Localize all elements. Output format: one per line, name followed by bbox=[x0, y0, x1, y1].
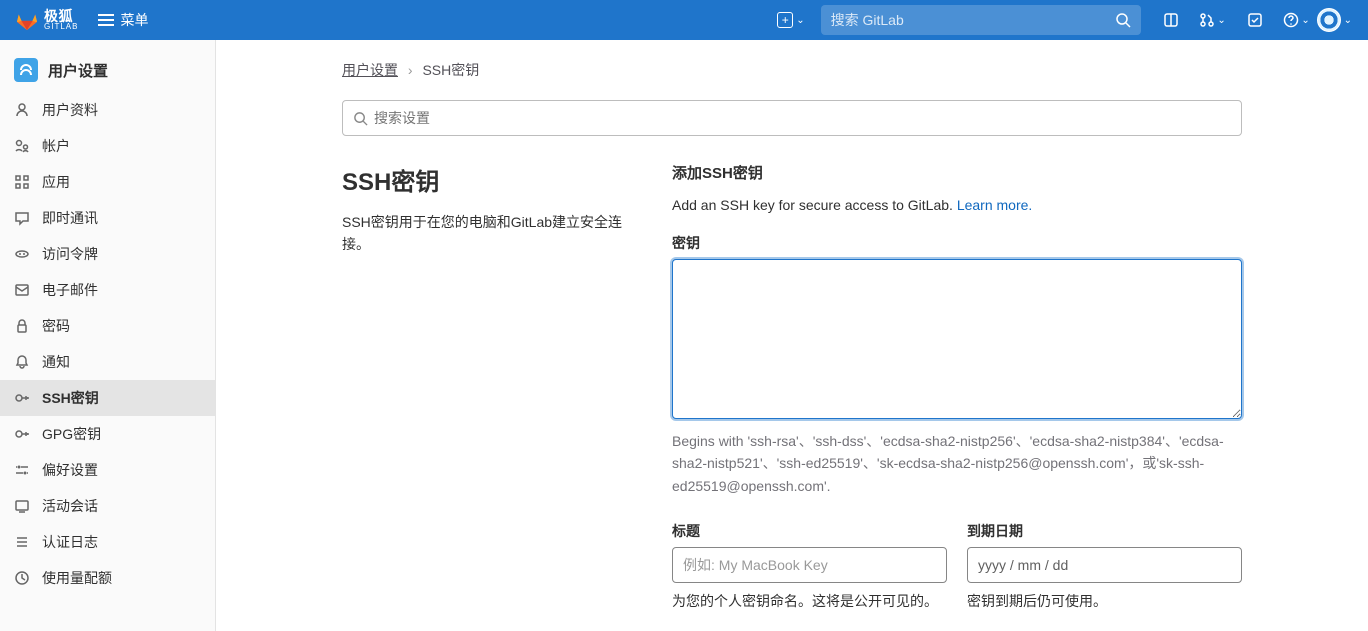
search-icon bbox=[1115, 12, 1131, 28]
plus-icon: + bbox=[777, 12, 793, 28]
sidebar-item-label: 认证日志 bbox=[42, 532, 98, 552]
sidebar-item-label: 密码 bbox=[42, 316, 70, 336]
chat-icon bbox=[14, 210, 30, 226]
bell-icon bbox=[14, 354, 30, 370]
expires-label: 到期日期 bbox=[967, 521, 1242, 541]
main-content: 用户设置 › SSH密钥 SSH密钥 SSH密钥用于在您的电脑和GitLab建立… bbox=[216, 40, 1368, 631]
hamburger-icon bbox=[98, 14, 114, 26]
chevron-down-icon: ⌄ bbox=[1301, 15, 1309, 26]
sidebar-item[interactable]: 活动会话 bbox=[0, 488, 215, 524]
user-icon bbox=[14, 102, 30, 118]
sidebar-item-label: 应用 bbox=[42, 172, 70, 192]
sidebar-item[interactable]: 认证日志 bbox=[0, 524, 215, 560]
chevron-down-icon: ⌄ bbox=[1217, 15, 1225, 26]
search-settings-input[interactable] bbox=[374, 110, 1231, 126]
ssh-key-form: 添加SSH密钥 Add an SSH key for secure access… bbox=[672, 162, 1242, 631]
sidebar-item[interactable]: 偏好设置 bbox=[0, 452, 215, 488]
breadcrumb: 用户设置 › SSH密钥 bbox=[342, 60, 1242, 80]
title-label: 标题 bbox=[672, 521, 947, 541]
sidebar-item-label: GPG密钥 bbox=[42, 424, 101, 444]
sidebar-item-label: 电子邮件 bbox=[42, 280, 98, 300]
chevron-down-icon: ⌄ bbox=[1344, 15, 1352, 26]
ssh-key-textarea[interactable] bbox=[672, 259, 1242, 419]
sidebar-item[interactable]: 用户资料 bbox=[0, 92, 215, 128]
form-description: Add an SSH key for secure access to GitL… bbox=[672, 197, 1242, 213]
sidebar-item-label: 偏好设置 bbox=[42, 460, 98, 480]
todos-shortcut[interactable] bbox=[1241, 6, 1269, 34]
gitlab-logo[interactable]: 极狐 GITLAB bbox=[16, 9, 78, 31]
page-description: SSH密钥用于在您的电脑和GitLab建立安全连接。 bbox=[342, 211, 642, 256]
global-search[interactable] bbox=[821, 5, 1141, 35]
quota-icon bbox=[14, 570, 30, 586]
key-icon bbox=[14, 426, 30, 442]
user-settings-icon bbox=[14, 58, 38, 82]
sidebar-item[interactable]: 帐户 bbox=[0, 128, 215, 164]
issues-shortcut[interactable] bbox=[1157, 6, 1185, 34]
sidebar-item-label: SSH密钥 bbox=[42, 388, 99, 408]
breadcrumb-item-user-settings[interactable]: 用户设置 bbox=[342, 62, 398, 78]
log-icon bbox=[14, 534, 30, 550]
preferences-icon bbox=[14, 462, 30, 478]
sidebar-item[interactable]: GPG密钥 bbox=[0, 416, 215, 452]
sidebar-heading-label: 用户设置 bbox=[48, 60, 108, 81]
lock-icon bbox=[14, 318, 30, 334]
key-label: 密钥 bbox=[672, 233, 1242, 253]
sidebar-item-label: 访问令牌 bbox=[42, 244, 98, 264]
create-new-dropdown[interactable]: + ⌄ bbox=[769, 6, 812, 34]
sidebar-item-label: 通知 bbox=[42, 352, 70, 372]
sidebar-item[interactable]: 即时通讯 bbox=[0, 200, 215, 236]
search-input[interactable] bbox=[831, 12, 1115, 28]
chevron-down-icon: ⌄ bbox=[796, 15, 804, 26]
sidebar-item[interactable]: 应用 bbox=[0, 164, 215, 200]
key-hint: Begins with 'ssh-rsa'、'ssh-dss'、'ecdsa-s… bbox=[672, 430, 1242, 497]
sidebar: 用户设置 用户资料帐户应用即时通讯访问令牌电子邮件密码通知 SSH密钥 GPG密钥偏… bbox=[0, 40, 216, 631]
logo-text-en: GITLAB bbox=[44, 23, 78, 31]
form-title: 添加SSH密钥 bbox=[672, 162, 1242, 183]
expires-help: 密钥到期后仍可使用。 bbox=[967, 591, 1242, 611]
sidebar-item-label: 即时通讯 bbox=[42, 208, 98, 228]
learn-more-link[interactable]: Learn more. bbox=[957, 197, 1032, 213]
sidebar-item[interactable]: 使用量配额 bbox=[0, 560, 215, 596]
menu-label: 菜单 bbox=[120, 10, 148, 30]
sidebar-item-label: 帐户 bbox=[42, 136, 70, 156]
expires-input[interactable] bbox=[967, 547, 1242, 583]
search-icon bbox=[353, 111, 368, 126]
page-title: SSH密钥 bbox=[342, 162, 642, 197]
sidebar-item[interactable]: 电子邮件 bbox=[0, 272, 215, 308]
sidebar-item[interactable]: 访问令牌 bbox=[0, 236, 215, 272]
help-dropdown[interactable]: ⌄ bbox=[1283, 6, 1311, 34]
merge-requests-shortcut[interactable]: ⌄ bbox=[1199, 6, 1227, 34]
sidebar-item-label: 活动会话 bbox=[42, 496, 98, 516]
key-icon bbox=[14, 390, 30, 406]
gitlab-tanuki-icon bbox=[16, 9, 38, 31]
mail-icon bbox=[14, 282, 30, 298]
breadcrumb-item-current: SSH密钥 bbox=[422, 62, 479, 78]
apps-icon bbox=[14, 174, 30, 190]
section-description: SSH密钥 SSH密钥用于在您的电脑和GitLab建立安全连接。 bbox=[342, 162, 642, 256]
sidebar-item-label: 使用量配额 bbox=[42, 568, 112, 588]
search-settings-wrap[interactable] bbox=[342, 100, 1242, 136]
user-menu[interactable]: ⌄ bbox=[1317, 8, 1352, 32]
token-icon bbox=[14, 246, 30, 262]
title-help: 为您的个人密钥命名。这将是公开可见的。 bbox=[672, 591, 947, 611]
sidebar-item-label: 用户资料 bbox=[42, 100, 98, 120]
sidebar-heading[interactable]: 用户设置 bbox=[0, 48, 215, 92]
user-avatar bbox=[1317, 8, 1341, 32]
top-navbar: 极狐 GITLAB 菜单 + ⌄ ⌄ ⌄ ⌄ bbox=[0, 0, 1368, 40]
menu-button[interactable]: 菜单 bbox=[90, 4, 156, 36]
logo-text-cn: 极狐 bbox=[44, 9, 78, 23]
sidebar-item[interactable]: 通知 bbox=[0, 344, 215, 380]
sidebar-item[interactable]: SSH密钥 bbox=[0, 380, 215, 416]
sidebar-item[interactable]: 密码 bbox=[0, 308, 215, 344]
title-input[interactable] bbox=[672, 547, 947, 583]
monitor-icon bbox=[14, 498, 30, 514]
accounts-icon bbox=[14, 138, 30, 154]
